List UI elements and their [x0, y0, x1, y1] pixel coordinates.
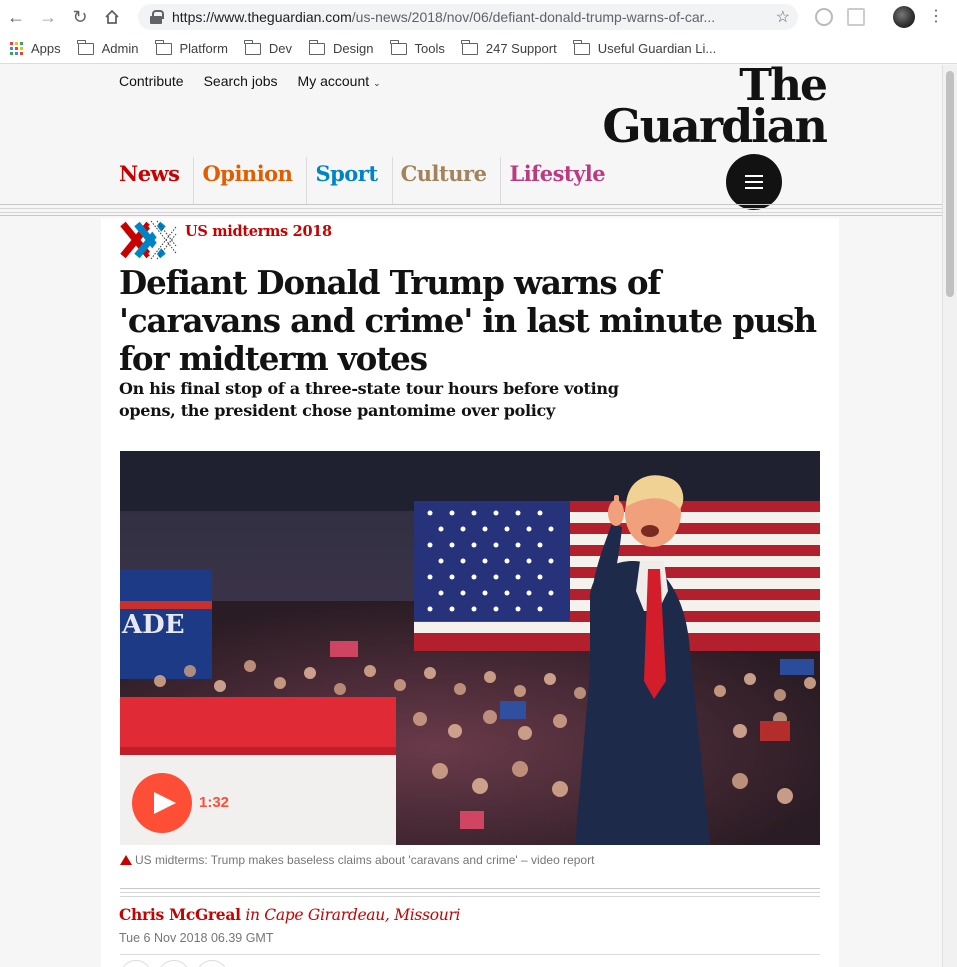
rally-photo: ADE — [120, 451, 820, 845]
bookmark-label: Apps — [31, 41, 61, 56]
folder-icon — [573, 39, 590, 55]
caption-triangle-icon — [120, 855, 132, 865]
url-path: /us-news/2018/nov/06/defiant-donald-trum… — [351, 9, 716, 25]
bookmark-label: Platform — [179, 41, 228, 56]
section-kicker[interactable]: US midterms 2018 — [185, 223, 332, 240]
bookmark-folder[interactable]: Tools — [390, 39, 445, 56]
bookmark-apps[interactable]: Apps — [10, 41, 61, 56]
apps-grid-icon — [10, 42, 23, 55]
reload-icon[interactable]: ↻ — [64, 0, 96, 34]
meta-bottom-divider — [120, 954, 820, 955]
folder-icon — [244, 39, 261, 55]
guardian-logo[interactable]: The Guardian — [598, 64, 828, 153]
contribute-link[interactable]: Contribute — [119, 73, 184, 89]
bookmark-folder[interactable]: Useful Guardian Li... — [573, 39, 717, 56]
author-link[interactable]: Chris McGreal — [119, 905, 241, 924]
byline: Chris McGreal in Cape Girardeau, Missour… — [119, 905, 461, 924]
top-links: Contribute Search jobs My account ⌄ — [119, 73, 421, 89]
bookmark-folder[interactable]: Dev — [244, 39, 293, 56]
profile-avatar[interactable] — [893, 6, 915, 28]
chevron-down-icon: ⌄ — [373, 78, 381, 88]
folder-icon — [461, 39, 478, 55]
us-midterms-logo[interactable] — [119, 218, 177, 262]
my-account-label: My account — [297, 73, 370, 89]
pillar-culture[interactable]: Culture — [391, 157, 495, 205]
bookmark-label: Admin — [101, 41, 139, 56]
hamburger-icon — [745, 175, 763, 177]
meta-divider — [120, 888, 820, 898]
video-player[interactable]: ADE 1:32 — [120, 451, 820, 845]
url-domain: https://www.theguardian.com — [172, 9, 352, 25]
address-bar[interactable]: https://www.theguardian.com/us-news/2018… — [138, 4, 798, 30]
lock-icon — [150, 10, 164, 24]
media-caption: US midterms: Trump makes baseless claims… — [120, 853, 594, 867]
my-account-link[interactable]: My account ⌄ — [298, 73, 401, 89]
pillar-lifestyle[interactable]: Lifestyle — [500, 157, 613, 205]
folder-icon — [155, 39, 172, 55]
bookmark-label: 247 Support — [485, 41, 557, 56]
publish-date: Tue 6 Nov 2018 06.39 GMT — [119, 931, 274, 945]
page-scrollbar[interactable] — [942, 65, 957, 967]
logo-line-2: Guardian — [602, 98, 828, 153]
article-standfirst: On his final stop of a three-state tour … — [119, 379, 619, 420]
bookmark-label: Design — [333, 41, 374, 56]
bookmark-star-icon[interactable]: ☆ — [776, 7, 790, 27]
menu-button[interactable] — [726, 154, 782, 210]
pillar-news[interactable]: News — [111, 157, 187, 205]
scrollbar-thumb[interactable] — [946, 71, 954, 297]
bookmark-folder[interactable]: Platform — [155, 39, 228, 56]
search-jobs-link[interactable]: Search jobs — [204, 73, 278, 89]
caption-text: US midterms: Trump makes baseless claims… — [135, 853, 595, 867]
browser-menu-icon[interactable]: ⋮ — [928, 6, 944, 28]
video-duration: 1:32 — [199, 794, 230, 811]
extension-grid-icon[interactable] — [847, 8, 865, 26]
pillar-opinion[interactable]: Opinion — [193, 157, 300, 205]
header-divider — [0, 204, 942, 216]
bookmark-label: Useful Guardian Li... — [597, 41, 717, 56]
bookmark-folder[interactable]: 247 Support — [461, 39, 557, 56]
pillar-sport[interactable]: Sport — [306, 157, 385, 205]
folder-icon — [390, 39, 407, 55]
folder-icon — [308, 39, 326, 55]
bookmark-label: Dev — [268, 41, 293, 56]
bookmark-label: Tools — [414, 41, 445, 56]
byline-location: in Cape Girardeau, Missouri — [245, 906, 461, 924]
home-icon[interactable] — [96, 0, 128, 34]
folder-icon — [77, 39, 94, 55]
article-headline: Defiant Donald Trump warns of 'caravans … — [119, 263, 817, 378]
bookmark-folder[interactable]: Design — [308, 39, 374, 56]
forward-icon[interactable]: → — [32, 0, 64, 34]
back-icon[interactable]: ← — [0, 0, 32, 34]
play-button[interactable] — [132, 773, 192, 833]
bookmark-folder[interactable]: Admin — [77, 39, 139, 56]
svg-text:ADE: ADE — [121, 610, 185, 640]
extension-opera-icon[interactable] — [815, 8, 833, 26]
pillar-nav: News Opinion Sport Culture Lifestyle — [111, 157, 619, 205]
